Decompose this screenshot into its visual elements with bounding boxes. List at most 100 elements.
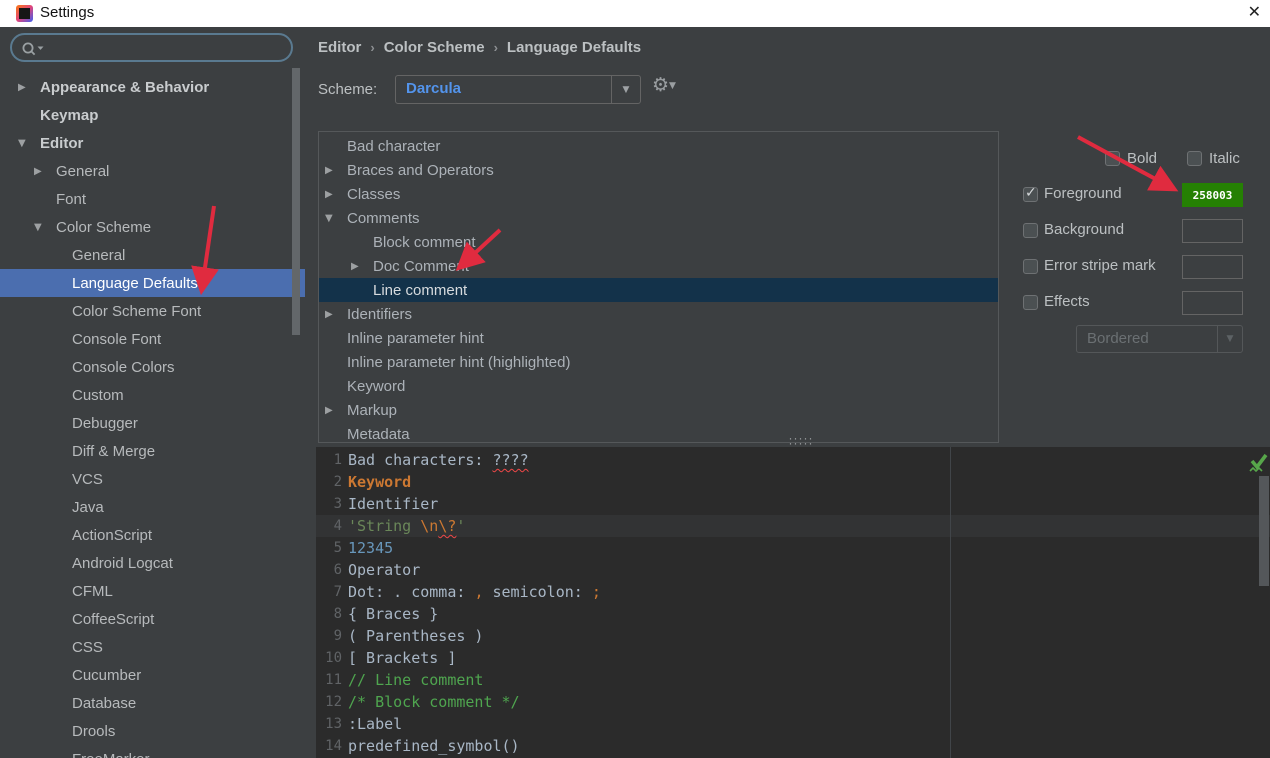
foreground-color-field[interactable]: 258003: [1182, 183, 1243, 207]
error-stripe-mark-checkbox[interactable]: [1023, 259, 1038, 274]
sidebar-item-console-font[interactable]: Console Font: [0, 325, 305, 353]
background-color-field[interactable]: [1182, 219, 1243, 243]
sidebar-item-android-logcat[interactable]: Android Logcat: [0, 549, 305, 577]
preview-line-11[interactable]: 11 // Line comment: [316, 669, 1270, 691]
preview-line-7[interactable]: 7 Dot: . comma: , semicolon: ;: [316, 581, 1270, 603]
chevron-right-icon[interactable]: ▶: [34, 166, 56, 177]
scheme-dropdown-button[interactable]: ▼: [611, 76, 640, 103]
sidebar-item-editor[interactable]: ▼ Editor: [0, 129, 305, 157]
sidebar-item-color-scheme[interactable]: ▼ Color Scheme: [0, 213, 305, 241]
option-row-error-stripe-mark: Error stripe mark: [1015, 255, 1260, 279]
attribute-item-classes[interactable]: ▶ Classes: [319, 182, 998, 206]
line-number: 3: [333, 496, 342, 512]
sidebar-item-language-defaults[interactable]: Language Defaults: [0, 269, 305, 297]
breadcrumb-item-language-defaults[interactable]: Language Defaults: [507, 39, 641, 56]
preview-line-10[interactable]: 10 [ Brackets ]: [316, 647, 1270, 669]
attribute-item-bad-character[interactable]: Bad character: [319, 134, 998, 158]
sidebar-item-css[interactable]: CSS: [0, 633, 305, 661]
scheme-dropdown[interactable]: Darcula ▼: [395, 75, 641, 104]
preview-editor[interactable]: 1 Bad characters: ???? 2 Keyword 3 Identifier…: [316, 447, 1270, 758]
chevron-right-icon[interactable]: ▶: [325, 309, 347, 320]
attribute-item-keyword[interactable]: Keyword: [319, 374, 998, 398]
attribute-item-block-comment[interactable]: Block comment: [319, 230, 998, 254]
chevron-right-icon[interactable]: ▶: [351, 261, 373, 272]
editor-scrollbar[interactable]: [1259, 476, 1269, 586]
sidebar-item-coffeescript[interactable]: CoffeeScript: [0, 605, 305, 633]
preview-line-13[interactable]: 13:Label: [316, 713, 1270, 735]
chevron-right-icon[interactable]: ▶: [325, 405, 347, 416]
attributes-list: Bad character ▶ Braces and Operators ▶ Class…: [318, 131, 999, 443]
effects-color-field[interactable]: [1182, 291, 1243, 315]
preview-line-14[interactable]: 14 predefined_symbol(): [316, 735, 1270, 757]
attribute-item-inline-parameter-hint-highlighted[interactable]: Inline parameter hint (highlighted): [319, 350, 998, 374]
attribute-item-braces-and-operators[interactable]: ▶ Braces and Operators: [319, 158, 998, 182]
foreground-checkbox[interactable]: ✓: [1023, 185, 1038, 202]
splitter-handle[interactable]: ····· ·····: [783, 432, 819, 450]
sidebar-item-color-scheme-font[interactable]: Color Scheme Font: [0, 297, 305, 325]
sidebar-item-label: Custom: [72, 386, 124, 404]
breadcrumb-item-color-scheme[interactable]: Color Scheme: [384, 39, 485, 56]
inspections-ok-icon[interactable]: [1248, 450, 1269, 475]
bold-checkbox[interactable]: [1105, 151, 1120, 166]
search-box[interactable]: [10, 33, 293, 62]
sidebar-item-font[interactable]: Font: [0, 185, 305, 213]
sidebar-item-general[interactable]: General: [0, 241, 305, 269]
preview-line-6[interactable]: 6 Operator: [316, 559, 1270, 581]
grip-dots: ·····: [788, 436, 814, 450]
sidebar-item-appearance-behavior[interactable]: ▶ Appearance & Behavior: [0, 73, 305, 101]
preview-line-9[interactable]: 9 ( Parentheses ): [316, 625, 1270, 647]
sidebar-item-console-colors[interactable]: Console Colors: [0, 353, 305, 381]
sidebar-scrollbar[interactable]: [292, 68, 300, 335]
effects-style-dropdown[interactable]: Bordered ▼: [1076, 325, 1243, 353]
sidebar-item-label: General: [72, 246, 126, 264]
code-segment: ????: [492, 451, 529, 469]
code-segment: semicolon:: [483, 583, 592, 601]
sidebar-item-actionscript[interactable]: ActionScript: [0, 521, 305, 549]
search-input[interactable]: [48, 37, 279, 60]
bold-label: Bold: [1127, 150, 1158, 167]
preview-line-4[interactable]: 4 'String \n \? ': [316, 515, 1270, 537]
sidebar-item-cfml[interactable]: CFML: [0, 577, 305, 605]
breadcrumb-item-editor[interactable]: Editor: [318, 39, 361, 56]
sidebar-item-custom[interactable]: Custom: [0, 381, 305, 409]
preview-line-2[interactable]: 2 Keyword: [316, 471, 1270, 493]
attribute-item-metadata[interactable]: Metadata: [319, 422, 998, 443]
chevron-right-icon[interactable]: ▶: [325, 165, 347, 176]
chevron-down-icon[interactable]: ▼: [325, 213, 347, 224]
preview-line-3[interactable]: 3 Identifier: [316, 493, 1270, 515]
chevron-down-icon[interactable]: ▼: [34, 222, 56, 233]
close-icon[interactable]: ✕: [1248, 2, 1261, 21]
attribute-item-comments[interactable]: ▼ Comments: [319, 206, 998, 230]
option-row-foreground: ✓ Foreground 258003: [1015, 183, 1260, 207]
chevron-right-icon[interactable]: ▶: [18, 82, 40, 93]
sidebar-item-debugger[interactable]: Debugger: [0, 409, 305, 437]
preview-line-1[interactable]: 1 Bad characters: ????: [316, 449, 1270, 471]
title-bar: Settings ✕: [0, 0, 1270, 27]
preview-line-8[interactable]: 8 { Braces }: [316, 603, 1270, 625]
error-stripe-mark-color-field[interactable]: [1182, 255, 1243, 279]
background-checkbox[interactable]: [1023, 223, 1038, 238]
sidebar-item-drools[interactable]: Drools: [0, 717, 305, 745]
sidebar-item-general[interactable]: ▶ General: [0, 157, 305, 185]
effects-checkbox[interactable]: [1023, 295, 1038, 310]
sidebar-item-cucumber[interactable]: Cucumber: [0, 661, 305, 689]
sidebar-item-freemarker[interactable]: FreeMarker: [0, 745, 305, 758]
attribute-item-identifiers[interactable]: ▶ Identifiers: [319, 302, 998, 326]
sidebar-item-keymap[interactable]: Keymap: [0, 101, 305, 129]
line-number: 2: [333, 474, 342, 490]
italic-checkbox[interactable]: [1187, 151, 1202, 166]
scheme-actions-button[interactable]: ⚙▼: [652, 74, 676, 96]
code-segment: ': [456, 517, 466, 535]
sidebar-item-java[interactable]: Java: [0, 493, 305, 521]
chevron-down-icon[interactable]: ▼: [18, 138, 40, 149]
chevron-right-icon[interactable]: ▶: [325, 189, 347, 200]
sidebar-item-vcs[interactable]: VCS: [0, 465, 305, 493]
attribute-item-inline-parameter-hint[interactable]: Inline parameter hint: [319, 326, 998, 350]
sidebar-item-diff-merge[interactable]: Diff & Merge: [0, 437, 305, 465]
attribute-item-markup[interactable]: ▶ Markup: [319, 398, 998, 422]
attribute-item-doc-comment[interactable]: ▶ Doc Comment: [319, 254, 998, 278]
sidebar-item-database[interactable]: Database: [0, 689, 305, 717]
preview-line-12[interactable]: 12 /* Block comment */: [316, 691, 1270, 713]
attribute-item-line-comment[interactable]: Line comment: [319, 278, 998, 302]
preview-line-5[interactable]: 5 12345: [316, 537, 1270, 559]
